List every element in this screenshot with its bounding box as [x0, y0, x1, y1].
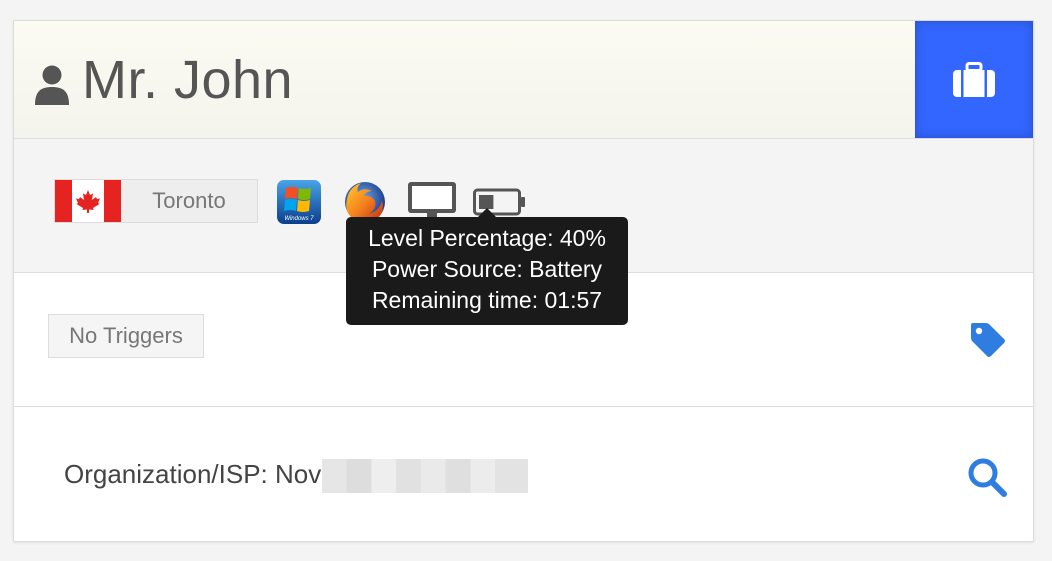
briefcase-icon — [953, 61, 995, 97]
user-icon — [35, 65, 69, 105]
location-badge: Toronto — [54, 179, 258, 223]
battery-level-fill — [479, 195, 494, 209]
battery-tooltip: Level Percentage: 40% Power Source: Batt… — [346, 208, 628, 325]
card-header: Mr. John — [14, 21, 1033, 139]
organization-text: Organization/ISP: Nov — [64, 459, 322, 489]
organization-row: Organization/ISP: Nov — [14, 407, 1033, 541]
canada-flag-icon — [55, 180, 121, 222]
organization-label: Organization/ISP: Nov — [64, 459, 529, 494]
city-label: Toronto — [152, 188, 226, 213]
visitor-name: Mr. John — [82, 50, 294, 110]
tooltip-remaining-line: Remaining time: 01:57 — [371, 287, 603, 313]
redacted-block — [322, 459, 529, 494]
tooltip-source-line: Power Source: Battery — [371, 256, 603, 282]
tag-icon[interactable] — [969, 321, 1007, 359]
svg-text:Windows 7: Windows 7 — [284, 216, 314, 222]
search-icon[interactable] — [967, 457, 1007, 497]
tooltip-level-line: Level Percentage: 40% — [368, 225, 606, 251]
tooltip-arrow — [478, 208, 496, 217]
windows7-icon: Windows 7 — [277, 180, 321, 224]
triggers-badge: No Triggers — [48, 314, 204, 358]
briefcase-button[interactable] — [915, 21, 1033, 138]
